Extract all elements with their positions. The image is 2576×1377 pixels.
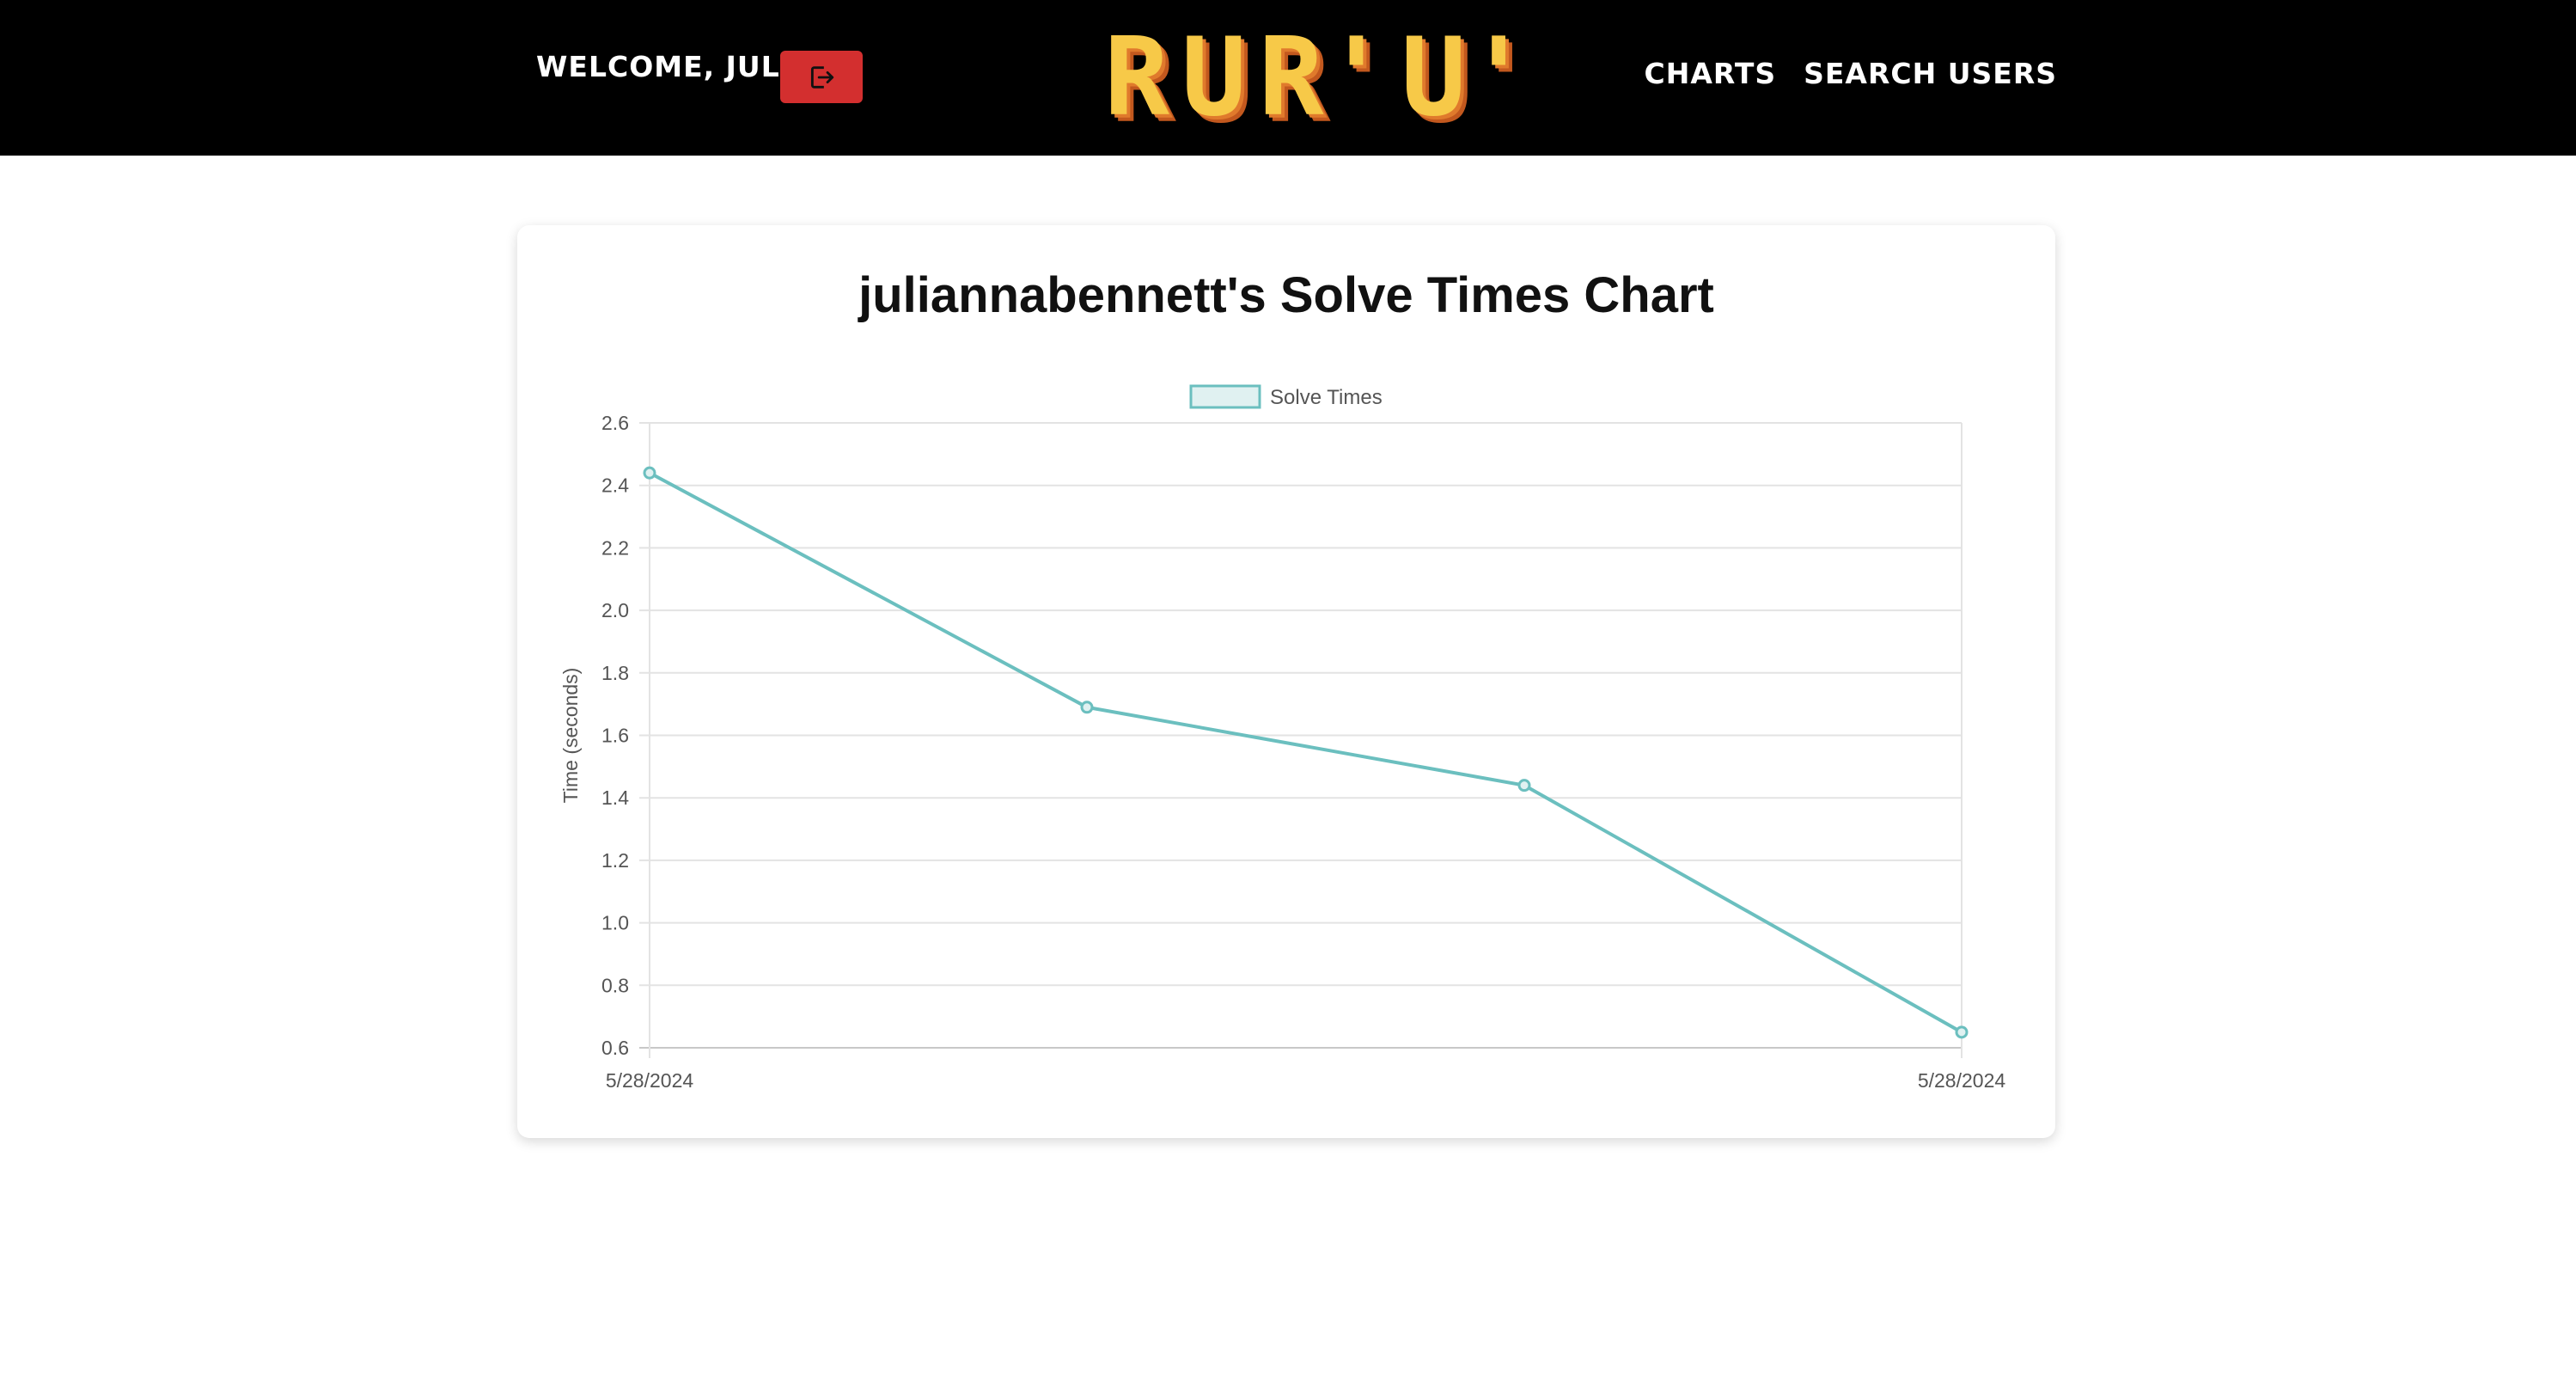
- x-tick-label: 5/28/2024: [606, 1069, 694, 1092]
- y-tick-label: 2.6: [601, 412, 629, 434]
- y-tick-label: 2.0: [601, 599, 629, 621]
- y-tick-label: 1.6: [601, 725, 629, 747]
- y-tick-label: 2.4: [601, 474, 629, 497]
- series-line: [649, 471, 1963, 1034]
- logo-letter: U': [1401, 14, 1532, 140]
- logo-letter: U: [1181, 14, 1247, 140]
- y-axis-label: Time (seconds): [559, 668, 582, 804]
- y-tick-label: 2.2: [601, 536, 629, 559]
- solve-times-chart: 0.6 0.8 1.0 1.2 1.4 1.6 1.8 2.0 2.2 2.4 2.6 5/28/20…: [559, 384, 2006, 1092]
- data-point: [1080, 701, 1094, 714]
- y-tick-label: 1.8: [601, 662, 629, 684]
- legend-swatch: [1189, 384, 1261, 409]
- logout-button[interactable]: [780, 51, 863, 103]
- y-tick-label: 1.0: [601, 912, 629, 934]
- data-point: [1517, 779, 1531, 793]
- x-tick-label: 5/28/2024: [1918, 1069, 2006, 1092]
- chart-card: juliannabennett's Solve Times Chart 0.6 0…: [517, 225, 2055, 1138]
- logo-letter: R: [1104, 14, 1169, 140]
- y-tick-label: 0.8: [601, 974, 629, 996]
- nav-link-charts[interactable]: CHARTS: [1645, 57, 1777, 90]
- nav-link-search-users[interactable]: SEARCH USERS: [1804, 57, 2057, 90]
- legend-label: Solve Times: [1270, 386, 1383, 409]
- top-navbar: WELCOME, JULI R U R' U' CHARTS SEARCH US…: [0, 0, 2576, 156]
- data-point: [643, 466, 656, 480]
- logo-letter: R': [1258, 14, 1389, 140]
- welcome-text: WELCOME, JULI: [536, 50, 792, 83]
- y-tick-label: 1.4: [601, 786, 629, 809]
- site-logo[interactable]: R U R' U': [1104, 14, 1532, 140]
- main-nav: CHARTS SEARCH USERS: [1645, 57, 2057, 90]
- data-point: [1955, 1025, 1969, 1039]
- y-tick-label: 1.2: [601, 849, 629, 872]
- logout-icon: [810, 65, 834, 89]
- y-tick-label: 0.6: [601, 1037, 629, 1059]
